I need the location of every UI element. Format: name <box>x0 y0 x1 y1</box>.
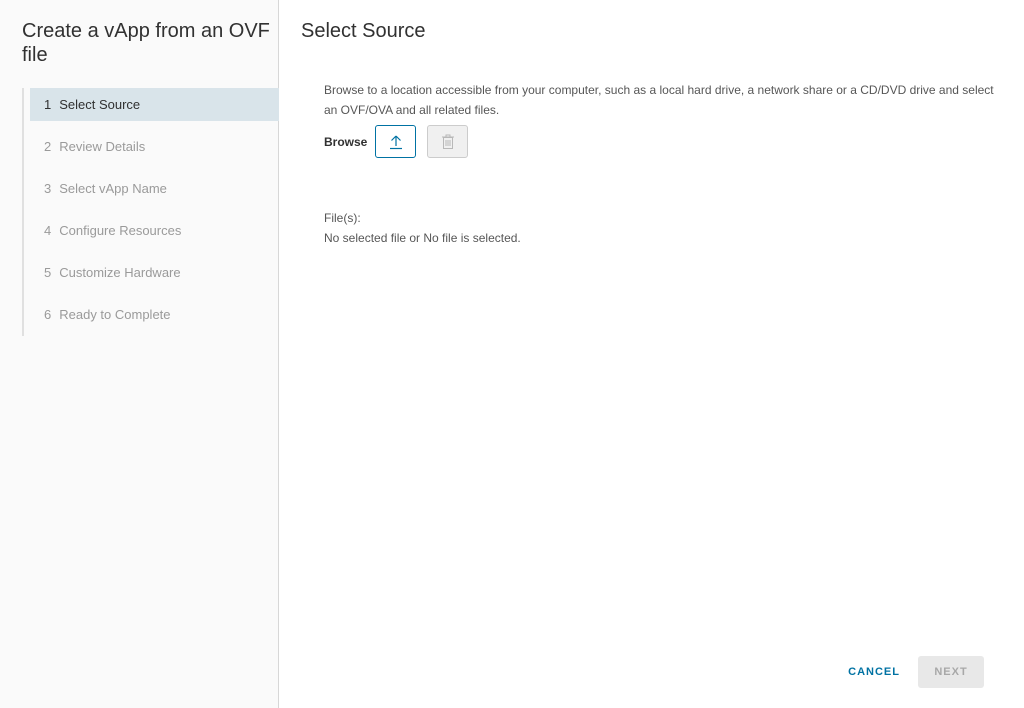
wizard-content: Select Source Browse to a location acces… <box>279 0 1024 708</box>
step-list: 1 Select Source 2 Review Details 3 Selec… <box>22 88 279 336</box>
wizard-dialog: Create a vApp from an OVF file 1 Select … <box>0 0 1024 708</box>
step-number: 2 <box>44 139 52 154</box>
step-label: Review Details <box>59 139 146 154</box>
step-ready-to-complete: 6 Ready to Complete <box>24 298 279 331</box>
cancel-button[interactable]: CANCEL <box>836 656 912 688</box>
step-label: Select Source <box>59 97 141 112</box>
files-label: File(s): <box>324 211 361 225</box>
upload-icon <box>389 135 402 149</box>
source-description: Browse to a location accessible from you… <box>324 83 994 117</box>
step-number: 4 <box>44 223 52 238</box>
browse-label: Browse <box>324 134 368 149</box>
next-button[interactable]: NEXT <box>918 656 984 688</box>
step-label: Configure Resources <box>59 223 182 238</box>
step-label: Customize Hardware <box>59 265 181 280</box>
wizard-title: Create a vApp from an OVF file <box>22 20 270 66</box>
step-number: 6 <box>44 307 52 322</box>
page-title: Select Source <box>301 20 426 42</box>
delete-file-button[interactable] <box>427 125 469 158</box>
step-label: Select vApp Name <box>59 181 167 196</box>
wizard-footer: CANCEL NEXT <box>836 656 984 688</box>
step-select-source[interactable]: 1 Select Source <box>30 88 279 121</box>
step-configure-resources: 4 Configure Resources <box>24 214 279 247</box>
step-customize-hardware: 5 Customize Hardware <box>24 256 279 289</box>
step-select-vapp-name: 3 Select vApp Name <box>24 172 279 205</box>
step-label: Ready to Complete <box>59 307 171 322</box>
trash-icon <box>441 134 454 149</box>
step-number: 1 <box>44 97 52 112</box>
step-review-details: 2 Review Details <box>24 130 279 163</box>
step-number: 5 <box>44 265 52 280</box>
files-status: No selected file or No file is selected. <box>324 231 521 245</box>
upload-button[interactable] <box>375 125 417 158</box>
step-number: 3 <box>44 181 52 196</box>
wizard-nav: Create a vApp from an OVF file 1 Select … <box>0 0 279 708</box>
browse-row: Browse <box>324 125 479 158</box>
